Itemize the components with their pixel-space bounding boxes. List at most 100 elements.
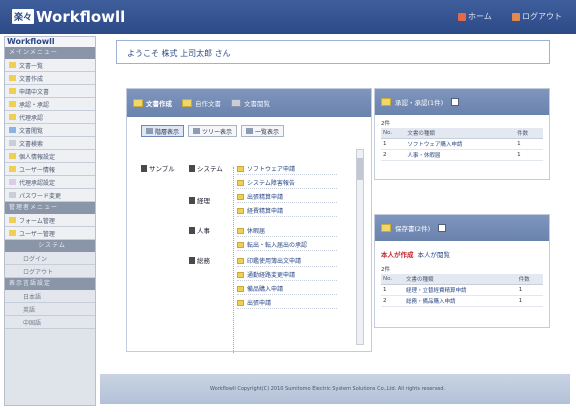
logo-mark: 楽々 [12, 9, 35, 24]
tab-view-documents[interactable]: 文書閲覧 [231, 98, 270, 108]
sidebar-item[interactable]: 代理承認 [5, 111, 95, 124]
view-tree-button[interactable]: ツリー表示 [188, 125, 238, 137]
sidebar-item[interactable]: 文書検索 [5, 137, 95, 150]
menu-icon [9, 217, 16, 223]
column-header[interactable]: 文書の種類 [405, 128, 516, 139]
home-icon [458, 12, 466, 21]
tree-category-label: システム [197, 165, 223, 173]
document-type-link[interactable]: 人事・休暇届 [405, 149, 516, 161]
document-type-link[interactable]: ソフトウェア購入申請 [405, 138, 516, 150]
tree-form-item[interactable]: 出張申請 [237, 297, 337, 309]
tree-form-item[interactable]: 通勤経路変更申請 [237, 269, 337, 281]
tree-form-item[interactable]: 出張精算申請 [237, 191, 337, 203]
welcome-message: ようこそ 株式 上司太郎 さん [127, 49, 231, 58]
sidebar-item[interactable]: ログアウト [5, 265, 95, 278]
view-hierarchy-button[interactable]: 階層表示 [141, 125, 185, 137]
table-row[interactable]: 1 ソフトウェア購入申請 1 [381, 138, 543, 150]
draft-count: 2件 [381, 267, 390, 273]
document-type-link[interactable]: 経理・立替経費精算申請 [403, 284, 517, 296]
sidebar-item[interactable]: 代理承認設定 [5, 176, 95, 189]
tree-form-item[interactable]: 備品購入申請 [237, 283, 337, 295]
folder-icon [381, 98, 391, 106]
tree-form-item[interactable]: 休暇届 [237, 225, 337, 237]
form-icon [237, 257, 244, 264]
column-header[interactable]: No. [381, 128, 406, 139]
tree-form-label: 経費精算申請 [247, 208, 284, 215]
view-list-button[interactable]: 一覧表示 [241, 125, 285, 137]
tree-category-label: 経理 [197, 197, 210, 205]
menu-icon [9, 127, 16, 133]
tree-form-item[interactable]: システム障害報告 [237, 177, 337, 189]
sidebar-item[interactable]: 個人情報設定 [5, 150, 95, 163]
table-row[interactable]: 2 人事・休暇届 1 [381, 149, 543, 161]
table-cell: 1 [515, 149, 543, 161]
tree-category[interactable]: 人事 [189, 225, 210, 235]
scrollbar-thumb[interactable] [357, 158, 363, 180]
tab-create-document[interactable]: 文書作成 [133, 98, 172, 108]
logout-link[interactable]: ログアウト [512, 11, 562, 22]
table-cell: 1 [516, 284, 543, 296]
column-header[interactable]: No. [381, 274, 404, 285]
book-icon [189, 196, 195, 204]
tree-category-label: 総務 [197, 257, 210, 265]
tree-category[interactable]: システム [189, 163, 223, 173]
book-icon [189, 226, 195, 234]
sidebar-item[interactable]: ログイン [5, 252, 95, 265]
document-type-link[interactable]: 総務・備品購入申請 [403, 295, 517, 307]
column-header[interactable]: 文書の種類 [403, 274, 517, 285]
tree-root[interactable]: サンプル [141, 163, 175, 173]
menu-icon [9, 88, 16, 94]
sidebar-item[interactable]: ユーザー情報 [5, 163, 95, 176]
view-mode-switcher: 階層表示 ツリー表示 一覧表示 [141, 125, 285, 137]
column-header[interactable]: 件数 [515, 128, 543, 139]
book-icon [141, 164, 147, 172]
tree-category-label: 人事 [197, 227, 210, 235]
draft-panel: 保存書(2件) 本人が作成 本人が閲覧 2件 No. 文書の種類 件数 1 経理・立… [374, 214, 550, 328]
tree-category[interactable]: 経理 [189, 195, 210, 205]
table-row[interactable]: 1 経理・立替経費精算申請 1 [381, 284, 543, 296]
sidebar-item[interactable]: 承認・承認 [5, 98, 95, 111]
tree-form-label: 出張申請 [247, 300, 272, 307]
document-tabbar: 文書作成 自作文書 文書閲覧 [127, 89, 371, 117]
sidebar-item[interactable]: 文書一覧 [5, 59, 95, 72]
home-link[interactable]: ホーム [458, 11, 492, 22]
sidebar-item[interactable]: フォーム管理 [5, 214, 95, 227]
sidebar-item-label: 文書作成 [19, 75, 44, 83]
sidebar-item[interactable]: ユーザー管理 [5, 227, 95, 240]
menu-icon [9, 101, 16, 107]
app-logo[interactable]: 楽々 Workflowll [12, 8, 125, 26]
sidebar-item-label: 申請中文書 [19, 88, 50, 96]
sidebar-item[interactable]: 英語 [5, 303, 95, 316]
logout-link-label: ログアウト [522, 12, 562, 21]
column-header[interactable]: 件数 [516, 274, 543, 285]
sidebar-item-label: 日本語 [23, 293, 42, 301]
sidebar-item[interactable]: 中国語 [5, 316, 95, 329]
refresh-icon[interactable] [451, 98, 460, 106]
list-icon [246, 128, 254, 134]
draft-filter-link[interactable]: 本人が閲覧 [418, 251, 451, 259]
view-label: ツリー表示 [202, 128, 233, 136]
tree-form-item[interactable]: 転出・転入届出の承認 [237, 239, 337, 251]
tree-form-item[interactable]: ソフトウェア申請 [237, 163, 337, 175]
book-icon [189, 256, 195, 264]
tree-form-item[interactable]: 印鑑使用簿出文申請 [237, 255, 337, 267]
sidebar-item[interactable]: 申請中文書 [5, 85, 95, 98]
table-cell: 1 [381, 138, 406, 150]
home-link-label: ホーム [468, 12, 492, 21]
form-icon [237, 165, 244, 172]
sidebar-item[interactable]: 日本語 [5, 290, 95, 303]
sidebar-item-label: 文書閲覧 [19, 127, 44, 135]
tree-form-item[interactable]: 経費精算申請 [237, 205, 337, 217]
sidebar-item[interactable]: パスワード変更 [5, 189, 95, 202]
sidebar-item-label: フォーム管理 [19, 217, 55, 225]
table-row[interactable]: 2 総務・備品購入申請 1 [381, 295, 543, 307]
footer: Workflowll Copyright(C) 2010 Sumitomo El… [100, 374, 570, 404]
sidebar-item[interactable]: 文書作成 [5, 72, 95, 85]
tree-category[interactable]: 総務 [189, 255, 210, 265]
tab-label: 文書閲覧 [244, 100, 270, 108]
sidebar-item[interactable]: 文書閲覧 [5, 124, 95, 137]
app-header: 楽々 Workflowll ホーム ログアウト [0, 0, 576, 34]
refresh-icon[interactable] [438, 224, 447, 232]
tree-scrollbar[interactable] [356, 149, 364, 345]
tab-my-documents[interactable]: 自作文書 [182, 98, 221, 108]
